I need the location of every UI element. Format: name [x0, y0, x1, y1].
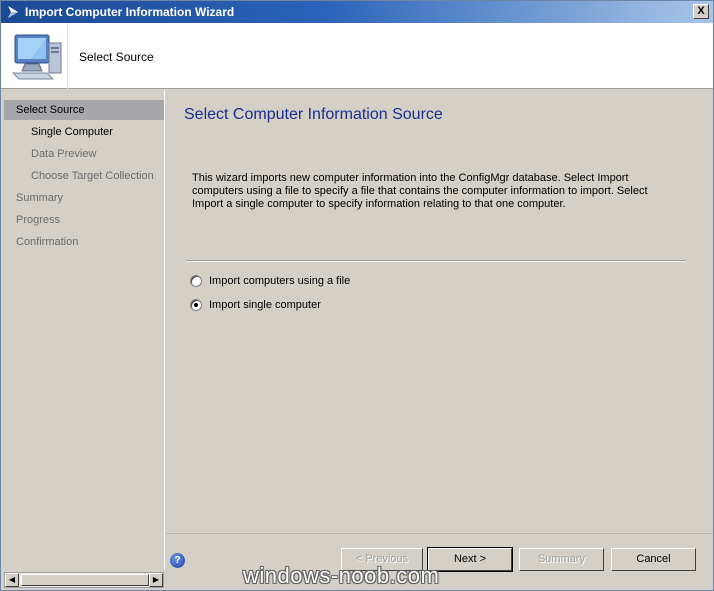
wizard-header: Select Source — [1, 23, 713, 89]
page-description: This wizard imports new computer informa… — [192, 172, 648, 210]
import-file-label[interactable]: Import computers using a file — [209, 275, 350, 287]
sidebar-horizontal-scrollbar[interactable]: ◀ ▶ — [4, 572, 164, 588]
page-title: Select Computer Information Source — [184, 106, 443, 123]
sidebar-item-progress: Progress — [16, 214, 61, 226]
wizard-window: Import Computer Information Wizard X Sel… — [0, 0, 714, 591]
window-title: Import Computer Information Wizard — [25, 5, 235, 19]
cancel-button[interactable]: Cancel — [611, 548, 696, 571]
header-divider — [67, 23, 68, 89]
computer-icon — [11, 34, 62, 80]
next-button[interactable]: Next > — [427, 547, 513, 572]
wizard-content: Select Computer Information Source This … — [166, 90, 713, 533]
wizard-app-icon — [8, 6, 18, 18]
import-single-radio[interactable] — [190, 299, 202, 311]
scroll-left-icon[interactable]: ◀ — [5, 573, 19, 587]
summary-button[interactable]: Summary — [519, 548, 604, 571]
content-separator — [186, 260, 686, 262]
header-step-title: Select Source — [79, 50, 154, 64]
sidebar-item-choose-target-collection: Choose Target Collection — [31, 170, 154, 182]
sidebar-item-select-source[interactable]: Select Source — [4, 100, 164, 120]
import-single-label[interactable]: Import single computer — [209, 299, 321, 311]
title-bar[interactable]: Import Computer Information Wizard X — [1, 1, 713, 23]
wizard-steps-sidebar: Select Source Single Computer Data Previ… — [1, 90, 165, 570]
sidebar-item-single-computer[interactable]: Single Computer — [1, 122, 113, 142]
sidebar-item-summary: Summary — [16, 192, 64, 204]
scrollbar-thumb[interactable] — [21, 574, 149, 586]
sidebar-item-confirmation: Confirmation — [16, 236, 79, 248]
sidebar-item-data-preview: Data Preview — [31, 148, 97, 160]
close-button[interactable]: X — [693, 4, 709, 19]
help-icon[interactable]: ? — [170, 553, 185, 568]
watermark-text: windows-noob.com — [243, 563, 440, 588]
import-file-radio[interactable] — [190, 275, 202, 287]
scroll-right-icon[interactable]: ▶ — [149, 573, 163, 587]
